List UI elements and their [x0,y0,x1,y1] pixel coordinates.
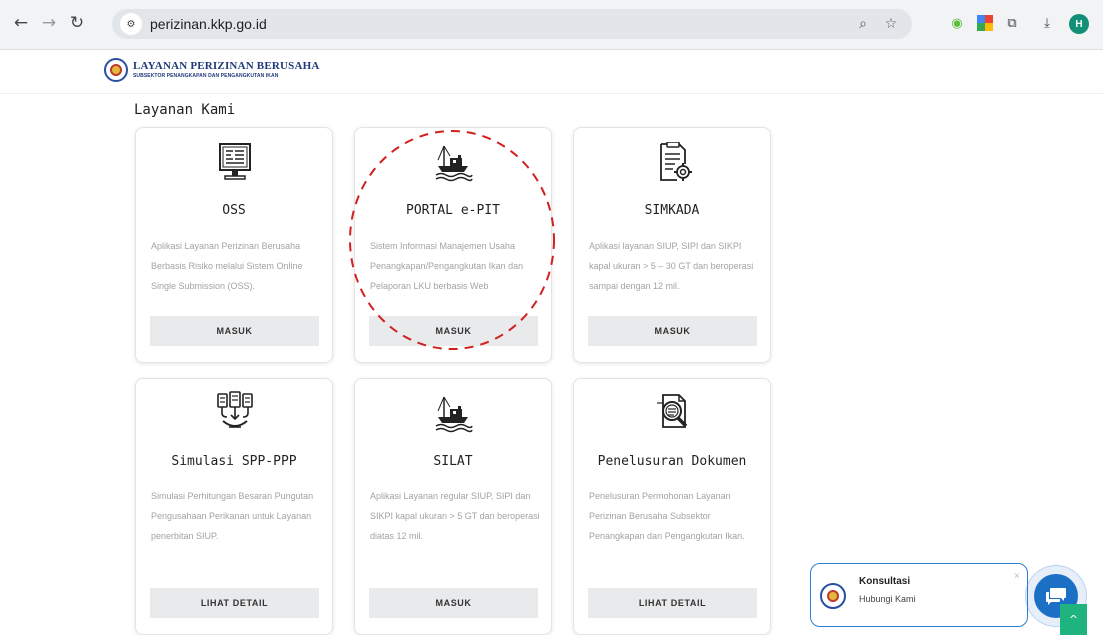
google-icon[interactable] [976,14,994,32]
browser-toolbar: ← → ↻ ⚙ perizinan.kkp.go.id ⌕ ☆ ◉ ⧉ ⤓ H [0,0,1103,50]
profile-avatar[interactable]: H [1069,14,1089,34]
document-gear-icon [660,142,692,181]
kkp-logo-icon[interactable] [104,58,128,82]
card-description: Aplikasi layanan SIUP, SIPI dan SIKPI ka… [589,241,754,291]
section-title: Layanan Kami [134,102,236,118]
address-bar[interactable]: ⚙ perizinan.kkp.go.id ⌕ ☆ [112,9,912,39]
forward-arrow-icon[interactable]: → [38,12,60,34]
card-title: SIMKADA [644,203,700,218]
logo-title[interactable]: LAYANAN PERIZINAN BERUSAHA [133,60,320,72]
masuk-button-oss[interactable]: MASUK [150,316,319,346]
lihat-detail-button-penelusuran[interactable]: LIHAT DETAIL [588,588,757,618]
service-card-oss: OSS Aplikasi Layanan Perizinan Berusaha … [135,127,333,363]
konsultasi-subtitle: Hubungi Kami [859,594,916,604]
lihat-detail-button-simulasi[interactable]: LIHAT DETAIL [150,588,319,618]
card-description: Penelusuran Permohonan Layanan Perizinan… [589,491,745,541]
bookmark-star-icon[interactable]: ☆ [882,15,900,33]
service-card-penelusuran-dokumen: Penelusuran Dokumen Penelusuran Permohon… [573,378,771,635]
computer-monitor-icon [219,143,251,180]
scroll-to-top-button[interactable]: ^ [1060,604,1087,635]
close-icon[interactable]: × [1014,571,1020,582]
card-title: Penelusuran Dokumen [597,454,747,469]
calculation-flow-icon [217,391,253,428]
card-description: Aplikasi Layanan Perizinan Berusaha Berb… [151,241,303,291]
card-title: SILAT [433,454,473,469]
puzzle-extensions-icon[interactable]: ⧉ [1003,14,1021,32]
extension-icon[interactable]: ◉ [948,14,966,32]
back-arrow-icon[interactable]: ← [10,12,32,34]
fishing-boat-icon [435,396,473,433]
card-description: Aplikasi Layanan regular SIUP, SIPI dan … [370,491,540,541]
card-title: OSS [222,203,246,218]
service-card-simulasi-spp-ppp: Simulasi SPP-PPP Simulasi Perhitungan Be… [135,378,333,635]
card-description: Simulasi Perhitungan Besaran Pungutan Pe… [151,491,314,541]
site-header [0,50,1103,94]
konsultasi-popup[interactable]: Konsultasi Hubungi Kami × [810,563,1028,627]
site-settings-icon[interactable]: ⚙ [120,13,142,35]
highlight-annotation-circle [349,130,555,350]
zoom-icon[interactable]: ⌕ [854,15,872,33]
reload-icon[interactable]: ↻ [66,12,88,34]
konsultasi-title: Konsultasi [859,576,911,587]
masuk-button-silat[interactable]: MASUK [369,588,538,618]
kkp-logo-icon [820,583,846,609]
service-card-simkada: SIMKADA Aplikasi layanan SIUP, SIPI dan … [573,127,771,363]
download-icon[interactable]: ⤓ [1038,14,1056,32]
chat-bubble-icon [1046,588,1066,605]
logo-subtitle: SUBSEKTOR PENANGKAPAN DAN PENGANGKUTAN I… [133,73,279,79]
masuk-button-simkada[interactable]: MASUK [588,316,757,346]
url-text[interactable]: perizinan.kkp.go.id [150,16,267,32]
service-card-silat: SILAT Aplikasi Layanan regular SIUP, SIP… [354,378,552,635]
card-title: Simulasi SPP-PPP [171,454,297,469]
document-search-icon [657,394,688,428]
